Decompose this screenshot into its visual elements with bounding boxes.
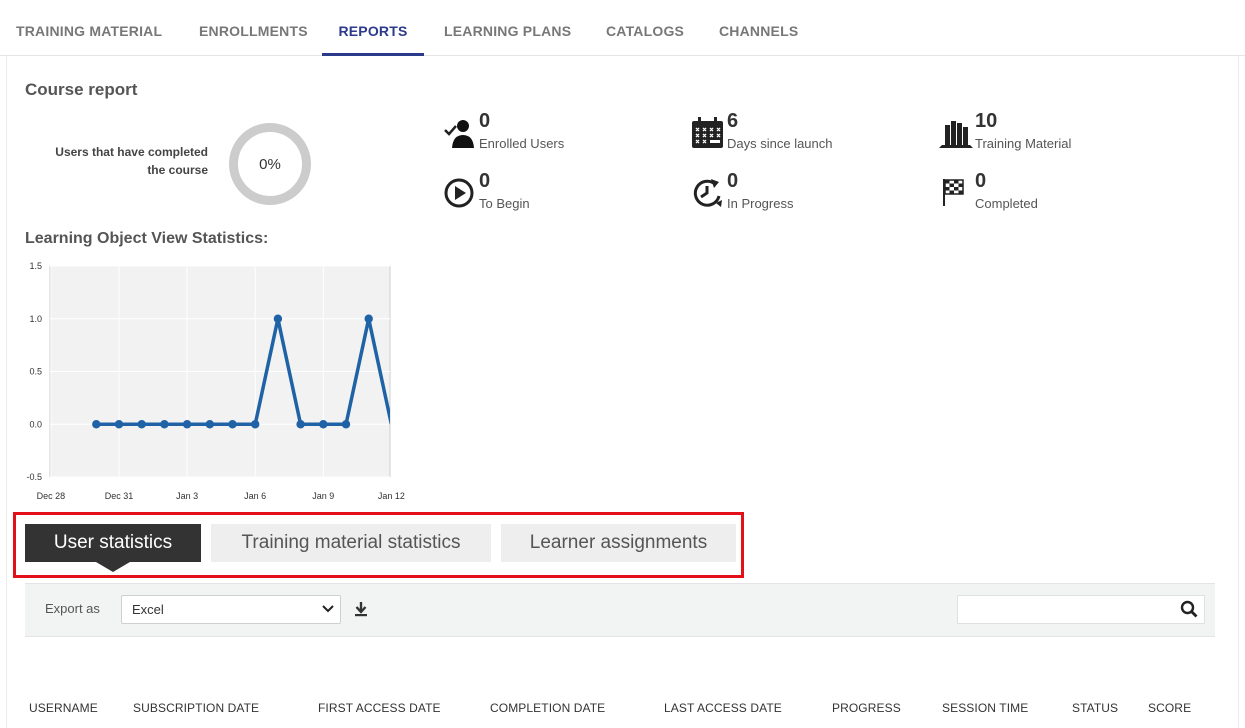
active-tab-pointer — [96, 562, 130, 572]
column-header-username[interactable]: USERNAME — [29, 701, 98, 715]
chart-y-tick-label: 1.5 — [29, 261, 42, 271]
column-header-completion-date[interactable]: COMPLETION DATE — [490, 701, 605, 715]
tab-learning-plans[interactable]: LEARNING PLANS — [444, 0, 571, 56]
chart-data-point — [228, 420, 237, 429]
export-format-select[interactable]: Excel — [121, 595, 341, 624]
chart-x-tick-label: Jan 9 — [312, 491, 334, 501]
lo-view-chart: 1.5 1.0 0.5 0.0 -0.5 Dec 28 Dec 31 Jan 3 Jan 6 J… — [14, 255, 414, 510]
chart-y-tick-label: 1.0 — [29, 314, 42, 324]
completed-label: Completed — [975, 196, 1038, 211]
export-format-value: Excel — [132, 602, 164, 617]
chart-data-point — [114, 420, 124, 429]
completed-label-line1: Users that have completed — [55, 145, 208, 159]
chart-data-point — [160, 420, 169, 429]
in-progress-label: In Progress — [727, 196, 794, 211]
books-icon — [939, 121, 973, 148]
chart-y-tick-label: 0.5 — [29, 367, 42, 377]
top-tab-bar: TRAINING MATERIAL ENROLLMENTS REPORTS LE… — [0, 0, 1245, 56]
completed-users-label: Users that have completed the course — [20, 143, 208, 179]
chevron-down-icon — [322, 605, 334, 613]
export-as-label: Export as — [45, 601, 100, 616]
chart-x-tick-label: Jan 6 — [244, 491, 266, 501]
enrolled-users-label: Enrolled Users — [479, 136, 565, 151]
in-progress-count: 0 — [727, 170, 739, 192]
play-circle-icon — [444, 178, 474, 208]
tab-channels[interactable]: CHANNELS — [719, 0, 798, 56]
chart-x-tick-label: Dec 31 — [105, 491, 134, 501]
chart-data-point — [319, 420, 328, 429]
days-since-launch-label: Days since launch — [727, 136, 833, 151]
chart-data-point — [92, 420, 101, 429]
chart-data-point — [251, 420, 260, 429]
chart-data-point — [137, 420, 146, 429]
clock-arrow-icon — [693, 179, 722, 207]
chart-y-ticks: 1.5 1.0 0.5 0.0 -0.5 — [26, 261, 42, 482]
chart-data-point — [205, 420, 214, 429]
completion-donut: 0% — [229, 123, 311, 205]
completed-count: 0 — [975, 170, 987, 192]
lo-view-statistics-title: Learning Object View Statistics: — [25, 230, 269, 247]
column-header-session-time[interactable]: SESSION TIME — [942, 701, 1028, 715]
search-icon[interactable] — [1180, 600, 1198, 618]
chart-data-point — [273, 314, 283, 323]
chart-data-point — [182, 420, 192, 429]
training-material-count: 10 — [975, 110, 998, 132]
download-icon[interactable] — [353, 601, 369, 617]
tab-learner-assignments[interactable]: Learner assignments — [501, 524, 736, 562]
tab-enrollments[interactable]: ENROLLMENTS — [199, 0, 308, 56]
chart-x-tick-label: Jan 12 — [378, 491, 405, 501]
tab-training-material[interactable]: TRAINING MATERIAL — [16, 0, 162, 56]
chart-x-tick-label: Dec 28 — [37, 491, 66, 501]
chart-data-point — [364, 314, 373, 323]
chart-y-tick-label: 0.0 — [29, 419, 42, 429]
column-header-first-access-date[interactable]: FIRST ACCESS DATE — [318, 701, 441, 715]
column-header-score[interactable]: SCORE — [1148, 701, 1191, 715]
enrolled-users-icon — [444, 120, 474, 148]
column-header-last-access-date[interactable]: LAST ACCESS DATE — [664, 701, 782, 715]
chart-data-point — [341, 420, 351, 429]
chart-y-tick-label: -0.5 — [26, 472, 42, 482]
column-header-subscription-date[interactable]: SUBSCRIPTION DATE — [133, 701, 259, 715]
calendar-icon — [692, 117, 723, 148]
chart-x-ticks: Dec 28 Dec 31 Jan 3 Jan 6 Jan 9 Jan 12 — [37, 491, 405, 501]
completed-label-line2: the course — [147, 163, 208, 177]
days-since-launch-count: 6 — [727, 110, 739, 132]
tab-reports[interactable]: REPORTS — [322, 0, 424, 56]
course-report-title: Course report — [25, 80, 138, 99]
checkered-flag-icon — [943, 179, 964, 206]
tab-training-material-statistics[interactable]: Training material statistics — [211, 524, 491, 562]
completion-percent: 0% — [259, 155, 281, 173]
to-begin-label: To Begin — [479, 196, 530, 211]
chart-data-point — [296, 420, 305, 429]
tab-catalogs[interactable]: CATALOGS — [606, 0, 684, 56]
enrolled-users-count: 0 — [479, 110, 491, 132]
search-input[interactable] — [957, 595, 1205, 624]
chart-x-tick-label: Jan 3 — [176, 491, 198, 501]
column-header-status[interactable]: STATUS — [1072, 701, 1118, 715]
training-material-label: Training Material — [975, 136, 1072, 151]
lo-view-chart-svg: 1.5 1.0 0.5 0.0 -0.5 Dec 28 Dec 31 Jan 3 Jan 6 J… — [26, 261, 405, 501]
to-begin-count: 0 — [479, 170, 491, 192]
tab-user-statistics[interactable]: User statistics — [25, 524, 201, 562]
column-header-progress[interactable]: PROGRESS — [832, 701, 901, 715]
